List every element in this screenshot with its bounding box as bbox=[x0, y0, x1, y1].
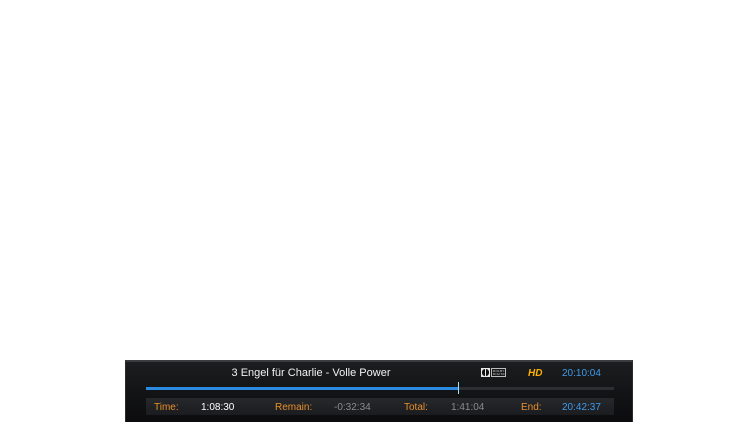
time-value: 1:08:30 bbox=[201, 402, 235, 413]
program-title: 3 Engel für Charlie - Volle Power bbox=[231, 367, 391, 379]
end-value: 20:42:37 bbox=[562, 402, 601, 413]
total-value: 1:41:04 bbox=[451, 402, 485, 413]
progress-fill bbox=[146, 387, 458, 390]
dolby-digital-label: DOLBY DIGITAL bbox=[491, 368, 506, 377]
time-info-bar: Time: 1:08:30 Remain: -0:32:34 Total: 1:… bbox=[146, 398, 614, 415]
remain-label: Remain: bbox=[275, 402, 313, 413]
time-label: Time: bbox=[154, 402, 179, 413]
remain-value: -0:32:34 bbox=[334, 402, 371, 413]
progress-position-marker[interactable] bbox=[458, 382, 459, 394]
dolby-double-d bbox=[481, 368, 490, 377]
total-label: Total: bbox=[404, 402, 428, 413]
current-clock: 20:10:04 bbox=[562, 368, 601, 379]
end-label: End: bbox=[521, 402, 542, 413]
playback-osd: 3 Engel für Charlie - Volle Power DOLBY … bbox=[125, 360, 633, 422]
progress-bar[interactable] bbox=[146, 382, 614, 394]
dolby-digital-icon: DOLBY DIGITAL bbox=[481, 368, 506, 377]
hd-badge: HD bbox=[528, 368, 543, 379]
